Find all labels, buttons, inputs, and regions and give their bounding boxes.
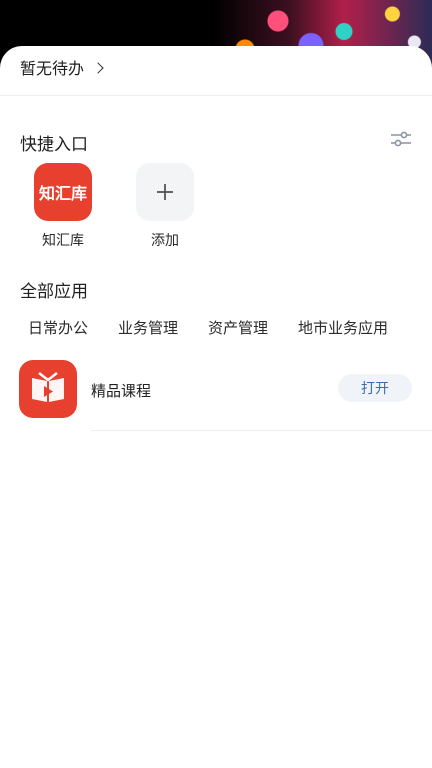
sliders-icon[interactable]	[389, 128, 413, 150]
todo-entry[interactable]: 暂无待办	[20, 56, 104, 78]
add-tile	[136, 163, 194, 221]
zhihuiku-icon-text: 知汇库	[38, 184, 87, 203]
section-divider	[0, 95, 432, 96]
plus-icon	[157, 184, 173, 200]
play-book-icon	[32, 372, 64, 402]
open-button[interactable]: 打开	[338, 374, 412, 402]
shortcut-zhihuiku[interactable]: 知汇库 知汇库	[23, 163, 103, 250]
todo-label: 暂无待办	[20, 59, 85, 78]
zhihuiku-app-icon: 知汇库	[34, 163, 92, 221]
app-list-item[interactable]: 精品课程 打开	[0, 358, 432, 431]
tab-asset-management[interactable]: 资产管理	[208, 317, 268, 338]
category-tabs: 日常办公 业务管理 资产管理 地市业务应用	[28, 317, 418, 338]
row-divider	[91, 430, 432, 431]
chevron-right-icon	[92, 61, 104, 74]
shortcut-add[interactable]: 添加	[125, 163, 205, 250]
tab-daily-office[interactable]: 日常办公	[28, 317, 88, 338]
shortcut-label: 知汇库	[42, 233, 84, 249]
tab-business-management[interactable]: 业务管理	[118, 317, 178, 338]
app-name: 精品课程	[91, 382, 152, 400]
all-apps-title: 全部应用	[20, 282, 88, 302]
course-app-icon	[19, 360, 77, 418]
quick-access-title: 快捷入口	[20, 135, 88, 155]
tab-city-business-apps[interactable]: 地市业务应用	[298, 317, 388, 338]
shortcut-label: 添加	[151, 233, 179, 249]
